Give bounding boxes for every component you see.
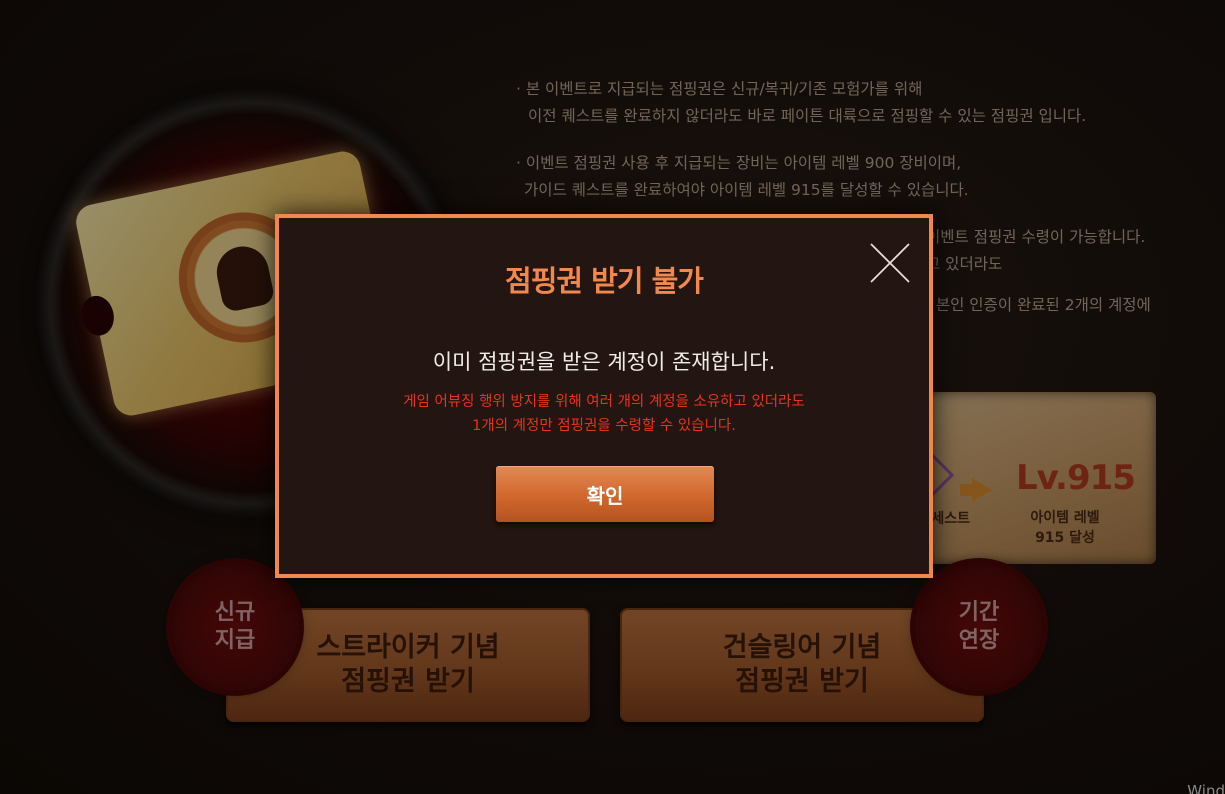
confirm-button[interactable]: 확인 bbox=[496, 466, 714, 522]
modal-title: 점핑권 받기 불가 bbox=[505, 264, 704, 298]
warning-line: 게임 어뷰징 행위 방지를 위해 여러 개의 계정을 소유하고 있더라도 bbox=[403, 394, 805, 410]
close-icon[interactable] bbox=[869, 242, 911, 284]
warning-line: 1개의 계정만 점핑권을 수령할 수 있습니다. bbox=[472, 418, 736, 434]
windows-watermark: Wind bbox=[1187, 782, 1225, 794]
modal-warning: 게임 어뷰징 행위 방지를 위해 여러 개의 계정을 소유하고 있더라도 1개의… bbox=[279, 390, 929, 438]
modal-message: 이미 점핑권을 받은 계정이 존재합니다. bbox=[432, 350, 776, 374]
error-modal: 점핑권 받기 불가 이미 점핑권을 받은 계정이 존재합니다. 게임 어뷰징 행… bbox=[275, 214, 933, 578]
